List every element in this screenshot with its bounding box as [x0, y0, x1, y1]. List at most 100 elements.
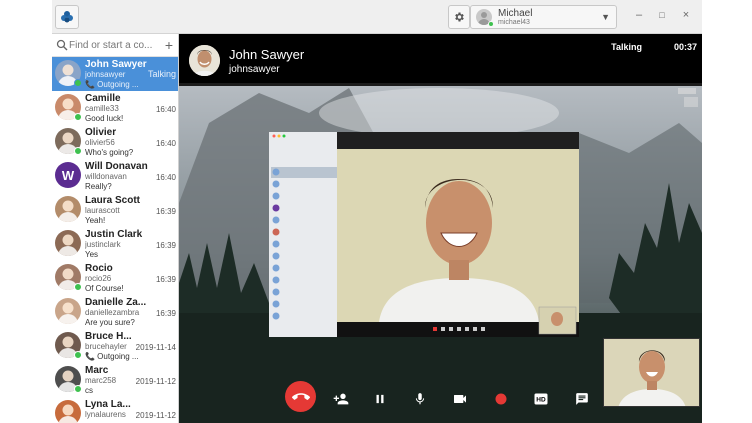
hd-icon: HD	[534, 393, 548, 405]
contact-row[interactable]: Justin Clark justinclark Yes 16:39	[52, 227, 178, 261]
contact-name: John Sawyer	[85, 59, 147, 70]
contacts-sidebar: + John Sawyerjohnsawyer📞 Outgoing ...Tal…	[52, 34, 179, 423]
contact-row[interactable]: Olivier olivier56 Who's going? 16:40	[52, 125, 178, 159]
call-status: Talking	[611, 42, 642, 52]
contact-row[interactable]: W Will Donavan willdonavan Really? 16:40	[52, 159, 178, 193]
call-header: John Sawyer johnsawyer Talking 00:37	[179, 34, 702, 83]
toggle-video-button[interactable]	[445, 384, 475, 414]
contact-last-message: Yes	[85, 250, 99, 259]
avatar-initial: W	[61, 167, 75, 183]
jami-logo-icon	[61, 11, 73, 23]
hangup-button[interactable]	[285, 381, 316, 412]
close-button[interactable]: ×	[679, 9, 693, 21]
contact-name: Camille	[85, 93, 121, 104]
contact-name: Laura Scott	[85, 195, 141, 206]
contact-time: 16:39	[155, 241, 176, 250]
pause-button[interactable]	[365, 384, 395, 414]
contact-row[interactable]: Bruce H... brucehayler 📞 Outgoing ... 2019-…	[52, 329, 178, 363]
search-bar: +	[52, 34, 178, 57]
contact-username: rocio26	[85, 274, 112, 283]
call-controls: HD	[179, 378, 702, 423]
chat-button[interactable]	[567, 384, 597, 414]
contact-name: Will Donavan	[85, 161, 148, 172]
call-timer: 00:37	[673, 42, 697, 52]
contact-avatar	[55, 196, 81, 222]
shared-screen-window	[269, 132, 579, 337]
mute-microphone-button[interactable]	[405, 384, 435, 414]
contact-last-message: Yeah!	[85, 216, 106, 225]
online-status-dot	[74, 79, 82, 87]
account-online-dot	[488, 21, 494, 27]
contact-name: Bruce H...	[85, 331, 132, 342]
contact-last-message: 📞 Outgoing ...	[85, 80, 139, 89]
chat-icon	[576, 393, 588, 405]
contact-time: 16:39	[155, 275, 176, 284]
contact-last-message: Are you sure?	[85, 318, 135, 327]
contact-username: johnsawyer	[85, 70, 126, 79]
logo-button[interactable]	[55, 5, 79, 29]
svg-text:HD: HD	[536, 397, 546, 404]
contact-last-message: Good luck!	[85, 114, 124, 123]
contact-time: 2019-11-12	[135, 377, 176, 386]
search-input[interactable]	[69, 38, 160, 53]
contact-last-message: Really?	[85, 182, 112, 191]
microphone-icon	[415, 393, 425, 405]
contact-time: Talking	[147, 69, 176, 79]
contact-name: Justin Clark	[85, 229, 143, 240]
contact-time: 16:39	[155, 207, 176, 216]
contact-row[interactable]: Rocio rocio26 Of Course! 16:39	[52, 261, 178, 295]
contact-time: 16:39	[155, 309, 176, 318]
settings-button[interactable]	[448, 5, 470, 29]
add-contact-button[interactable]: +	[162, 37, 176, 53]
contact-last-message: Of Course!	[85, 284, 124, 293]
maximize-button[interactable]: □	[655, 10, 669, 20]
contact-username: daniellezambra	[85, 308, 140, 317]
peer-id: johnsawyer	[229, 64, 280, 75]
contact-row[interactable]: Danielle Za... daniellezambra Are you sure…	[52, 295, 178, 329]
peer-avatar	[189, 45, 220, 76]
contact-last-message: 📞 Outgoing ...	[85, 352, 139, 361]
contact-last-message: Who's going?	[85, 148, 134, 157]
online-status-dot	[74, 147, 82, 155]
hangup-icon	[291, 392, 310, 400]
online-status-dot	[74, 283, 82, 291]
record-icon	[495, 393, 507, 405]
online-status-dot	[74, 113, 82, 121]
contact-time: 16:40	[155, 173, 176, 182]
online-status-dot	[74, 351, 82, 359]
contact-name: Olivier	[85, 127, 117, 138]
add-participant-button[interactable]	[326, 384, 356, 414]
account-id: michael43	[498, 19, 530, 26]
contact-row[interactable]: Camille camille33 Good luck! 16:40	[52, 91, 178, 125]
contact-username: olivier56	[85, 138, 115, 147]
contact-name: Rocio	[85, 263, 113, 274]
contact-name: Marc	[85, 365, 109, 376]
account-name: Michael	[498, 8, 533, 19]
contact-row[interactable]: Lyna La... lynalaurens 2019-11-12	[52, 397, 178, 423]
contact-last-message: cs	[85, 386, 93, 395]
account-selector[interactable]: Michael michael43 ▼	[470, 5, 617, 29]
contact-time: 16:40	[155, 105, 176, 114]
call-view: John Sawyer johnsawyer Talking 00:37 HD	[179, 34, 702, 423]
contact-avatar	[55, 230, 81, 256]
contact-time: 16:40	[155, 139, 176, 148]
minimize-button[interactable]: –	[632, 9, 646, 21]
video-area: HD	[179, 83, 702, 423]
add-person-icon	[333, 393, 349, 405]
contact-username: camille33	[85, 104, 119, 113]
contact-row[interactable]: Marc marc258 cs 2019-11-12	[52, 363, 178, 397]
contact-row[interactable]: John Sawyer johnsawyer 📞 Outgoing ... Talki…	[52, 57, 178, 91]
record-button[interactable]	[486, 384, 516, 414]
title-bar: Michael michael43 ▼ – □ ×	[52, 0, 702, 34]
contact-avatar	[55, 298, 81, 324]
online-status-dot	[74, 385, 82, 393]
chevron-down-icon: ▼	[601, 12, 610, 22]
contact-username: justinclark	[85, 240, 121, 249]
peer-name: John Sawyer	[229, 47, 305, 62]
contact-row[interactable]: Laura Scott laurascott Yeah! 16:39	[52, 193, 178, 227]
video-quality-button[interactable]: HD	[526, 384, 556, 414]
jami-window: Michael michael43 ▼ – □ × + John Sawyerj…	[52, 0, 702, 423]
contact-list: John Sawyer johnsawyer 📞 Outgoing ... Talki…	[52, 57, 178, 423]
camera-icon	[454, 395, 466, 403]
contact-time: 2019-11-14	[135, 343, 176, 352]
